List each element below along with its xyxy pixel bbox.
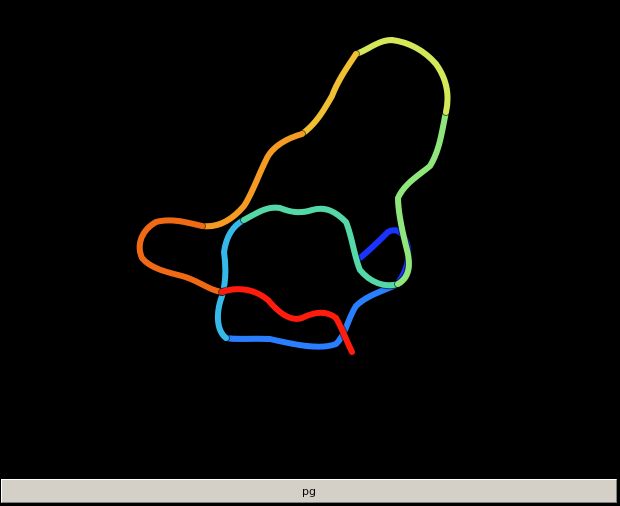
status-text: pg [302,484,316,498]
molecule-view[interactable] [0,0,620,476]
status-field: pg [1,479,617,503]
molecular-viewer-canvas[interactable] [0,0,620,476]
segment-6 [353,37,451,115]
segment-9 [136,217,225,295]
status-bar: pg [0,476,620,506]
segment-9-outline [135,216,226,296]
protein-backbone-tube [135,36,452,356]
